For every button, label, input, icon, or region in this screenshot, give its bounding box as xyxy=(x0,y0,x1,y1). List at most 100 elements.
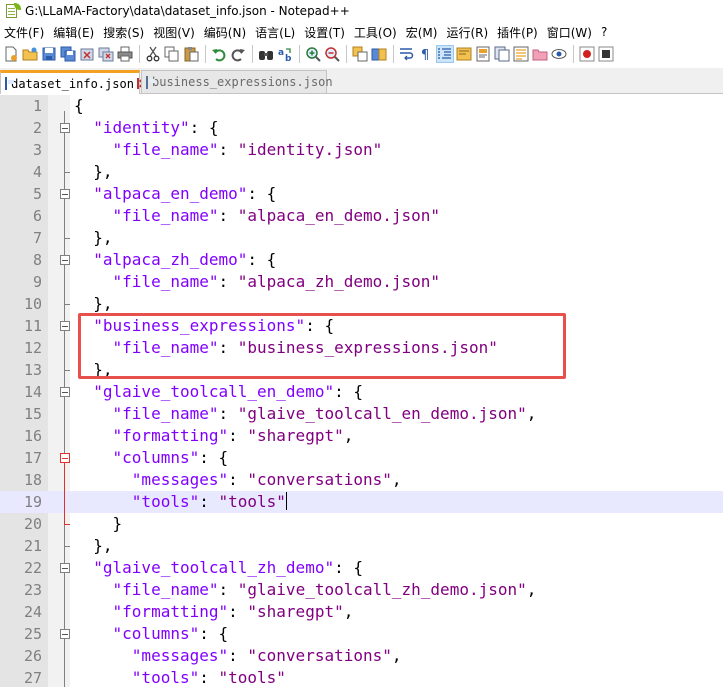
save-all-icon[interactable] xyxy=(59,45,77,63)
json-punctuation xyxy=(74,118,93,137)
stop-recording-icon[interactable] xyxy=(597,45,615,63)
code-line[interactable]: 9 "file_name": "alpaca_zh_demo.json" xyxy=(0,271,723,293)
code-line[interactable]: 27 "tools": "tools" xyxy=(0,667,723,687)
code-line[interactable]: 5 "alpaca_en_demo": { xyxy=(0,183,723,205)
code-line[interactable]: 4 }, xyxy=(0,161,723,183)
code-line[interactable]: 20 } xyxy=(0,513,723,535)
redo-icon[interactable] xyxy=(229,45,247,63)
toolbar-separator xyxy=(346,45,347,63)
menu-item[interactable]: 文件(F) xyxy=(4,24,53,41)
paste-icon[interactable] xyxy=(182,45,200,63)
code-line[interactable]: 21 }, xyxy=(0,535,723,557)
menu-item[interactable]: ? xyxy=(601,25,616,39)
menu-item[interactable]: 运行(R) xyxy=(446,24,497,41)
new-file-icon[interactable] xyxy=(2,45,20,63)
close-all-icon[interactable] xyxy=(97,45,115,63)
line-number: 8 xyxy=(32,251,42,269)
code-line[interactable]: 14 "glaive_toolcall_en_demo": { xyxy=(0,381,723,403)
fold-toggle-icon[interactable] xyxy=(60,453,70,463)
fold-toggle-icon[interactable] xyxy=(60,123,70,133)
line-number: 12 xyxy=(23,339,42,357)
record-macro-icon[interactable] xyxy=(578,45,596,63)
code-line[interactable]: 2 "identity": { xyxy=(0,117,723,139)
fold-toggle-icon[interactable] xyxy=(60,387,70,397)
code-editor[interactable]: 1{2 "identity": {3 "file_name": "identit… xyxy=(0,95,723,687)
menu-item[interactable]: 搜索(S) xyxy=(103,24,153,41)
code-line[interactable]: 1{ xyxy=(0,95,723,117)
code-line[interactable]: 3 "file_name": "identity.json" xyxy=(0,139,723,161)
cut-icon[interactable] xyxy=(144,45,162,63)
line-number: 3 xyxy=(32,141,42,159)
sync-vertical-icon[interactable] xyxy=(351,45,369,63)
save-icon[interactable] xyxy=(40,45,58,63)
folder-as-workspace-icon[interactable] xyxy=(531,45,549,63)
code-line[interactable]: 8 "alpaca_zh_demo": { xyxy=(0,249,723,271)
open-file-icon[interactable] xyxy=(21,45,39,63)
indent-guide-icon[interactable] xyxy=(436,45,454,63)
saved-file-icon xyxy=(146,75,155,89)
sync-horizontal-icon[interactable] xyxy=(370,45,388,63)
code-line[interactable]: 22 "glaive_toolcall_zh_demo": { xyxy=(0,557,723,579)
json-punctuation xyxy=(74,602,113,621)
fold-end-marker xyxy=(64,304,70,305)
code-line[interactable]: 23 "file_name": "glaive_toolcall_zh_demo… xyxy=(0,579,723,601)
code-text: "identity": { xyxy=(74,117,218,139)
code-line[interactable]: 10 }, xyxy=(0,293,723,315)
close-tab-icon[interactable] xyxy=(136,78,139,89)
menu-item[interactable]: 语言(L) xyxy=(255,24,304,41)
show-all-characters-icon[interactable]: ¶ xyxy=(417,45,435,63)
code-line[interactable]: 18 "messages": "conversations", xyxy=(0,469,723,491)
code-line[interactable]: 16 "formatting": "sharegpt", xyxy=(0,425,723,447)
copy-icon[interactable] xyxy=(163,45,181,63)
user-defined-language-icon[interactable] xyxy=(455,45,473,63)
code-line[interactable]: 26 "messages": "conversations", xyxy=(0,645,723,667)
toolbar-separator xyxy=(139,45,140,63)
code-line[interactable]: 17 "columns": { xyxy=(0,447,723,469)
menu-item[interactable]: 视图(V) xyxy=(153,24,204,41)
print-icon[interactable] xyxy=(116,45,134,63)
code-line[interactable]: 19 "tools": "tools" xyxy=(0,491,723,513)
code-text: "columns": { xyxy=(74,623,229,645)
json-key: "columns" xyxy=(112,624,200,643)
fold-toggle-icon[interactable] xyxy=(60,255,70,265)
menu-item[interactable]: 窗口(W) xyxy=(547,24,601,41)
function-list-icon[interactable] xyxy=(512,45,530,63)
zoom-out-icon[interactable] xyxy=(323,45,341,63)
word-wrap-icon[interactable] xyxy=(398,45,416,63)
close-file-icon[interactable] xyxy=(78,45,96,63)
tab-business-expressions[interactable]: business_expressions.json xyxy=(141,70,333,94)
menu-item[interactable]: 宏(M) xyxy=(406,24,447,41)
find-icon[interactable] xyxy=(257,45,275,63)
menu-item[interactable]: 插件(P) xyxy=(497,24,547,41)
code-line[interactable]: 15 "file_name": "glaive_toolcall_en_demo… xyxy=(0,403,723,425)
document-map-icon[interactable] xyxy=(474,45,492,63)
code-line[interactable]: 7 }, xyxy=(0,227,723,249)
fold-toggle-icon[interactable] xyxy=(60,563,70,573)
menu-item[interactable]: 编辑(E) xyxy=(53,24,103,41)
code-text: "file_name": "identity.json" xyxy=(74,139,383,161)
json-key: "alpaca_zh_demo" xyxy=(93,250,248,269)
menu-item[interactable]: 设置(T) xyxy=(304,24,354,41)
json-key: "alpaca_en_demo" xyxy=(93,184,248,203)
code-line[interactable]: 25 "columns": { xyxy=(0,623,723,645)
monitoring-eye-icon[interactable] xyxy=(550,45,568,63)
notepadpp-app-icon xyxy=(4,3,21,19)
zoom-in-icon[interactable] xyxy=(304,45,322,63)
code-line[interactable]: 6 "file_name": "alpaca_en_demo.json" xyxy=(0,205,723,227)
json-punctuation: }, xyxy=(74,228,113,247)
fold-toggle-icon[interactable] xyxy=(60,321,70,331)
svg-text:¶: ¶ xyxy=(421,48,429,62)
menu-item[interactable]: 编码(N) xyxy=(204,24,255,41)
json-punctuation: }, xyxy=(74,162,113,181)
tab-dataset-info[interactable]: dataset_info.json xyxy=(0,70,140,94)
highlight-annotation-box xyxy=(78,313,566,379)
fold-toggle-icon[interactable] xyxy=(60,629,70,639)
undo-icon[interactable] xyxy=(210,45,228,63)
replace-icon[interactable]: ab xyxy=(276,45,294,63)
code-line[interactable]: 24 "formatting": "sharegpt", xyxy=(0,601,723,623)
fold-end-marker xyxy=(64,238,70,239)
document-list-icon[interactable] xyxy=(493,45,511,63)
json-key: "file_name" xyxy=(112,206,219,225)
menu-item[interactable]: 工具(O) xyxy=(354,24,406,41)
fold-toggle-icon[interactable] xyxy=(60,189,70,199)
